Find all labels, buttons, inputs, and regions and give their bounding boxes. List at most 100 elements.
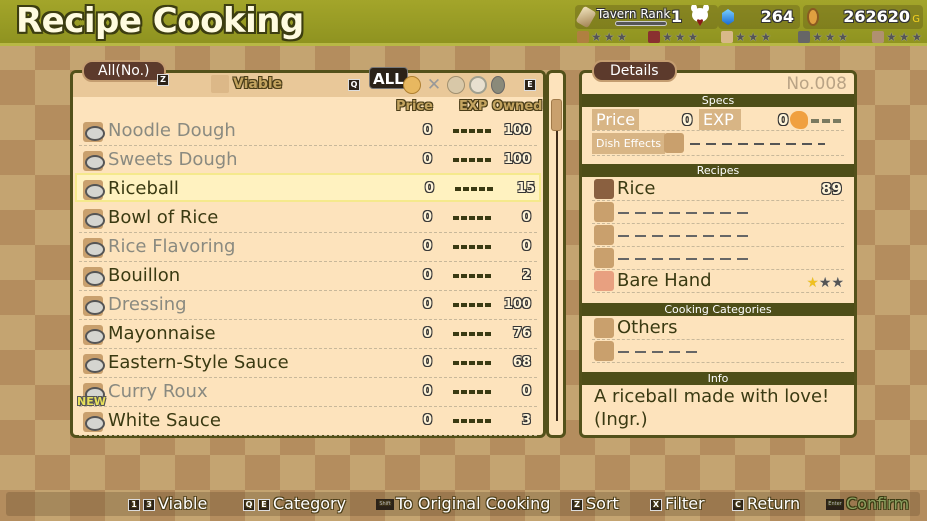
ingredient-quantity: 89 xyxy=(821,180,842,198)
star-icon: ★ xyxy=(911,30,923,44)
bottle-icon xyxy=(83,296,105,316)
hint-sort[interactable]: Z Sort xyxy=(571,494,619,513)
page-title: Recipe Cooking xyxy=(16,1,304,41)
recipe-row[interactable]: Rice Flavoring 0 0 xyxy=(79,233,537,262)
recipe-exp xyxy=(453,216,493,220)
riceball-icon xyxy=(83,180,105,200)
empty-slot-icon xyxy=(594,202,614,222)
recipe-price: 0 xyxy=(423,239,433,254)
gem-count: 264 xyxy=(760,7,794,26)
scroll-track[interactable] xyxy=(556,101,558,421)
recipe-owned: 68 xyxy=(512,355,531,370)
recipe-exp xyxy=(453,390,493,394)
column-header-owned[interactable]: Owned xyxy=(492,99,542,114)
dish-effect-icon xyxy=(664,133,684,153)
empty-slot-icon xyxy=(594,248,614,268)
sort-tab-all[interactable]: All(No.) xyxy=(82,60,166,82)
sort-key-z[interactable]: Z xyxy=(157,74,169,86)
key-e-icon: E xyxy=(258,498,270,511)
category-name: Others xyxy=(617,317,678,338)
filter-all-button[interactable]: ALL xyxy=(369,67,408,89)
pan-icon[interactable] xyxy=(491,76,505,94)
exp-gauge xyxy=(811,119,841,123)
recipe-exp xyxy=(453,361,493,365)
star-icon: ★ xyxy=(674,30,686,44)
hint-label: Confirm xyxy=(846,494,910,513)
empty-ingredient xyxy=(618,258,754,260)
bottle-icon xyxy=(83,325,105,345)
column-header-exp[interactable]: EXP xyxy=(459,99,487,114)
recipe-row[interactable]: Noodle Dough 0 100 xyxy=(79,117,537,146)
category-rank: ★ ★ ★ xyxy=(648,30,698,44)
recipe-owned: 76 xyxy=(512,326,531,341)
recipe-row[interactable]: Riceball 0 15 xyxy=(75,173,541,202)
recipe-row[interactable]: White Sauce 0 3 NEW xyxy=(77,395,537,436)
utensils-icon[interactable]: ✕ xyxy=(425,76,443,94)
cooking-category-row: Others xyxy=(592,317,844,340)
empty-ingredient xyxy=(618,235,754,237)
recipe-price: 0 xyxy=(423,326,433,341)
key-1-icon: 1 xyxy=(128,498,140,511)
key-shift-icon: Shift xyxy=(376,499,394,510)
category-rank: ★ ★ ★ xyxy=(798,30,848,44)
book-icon xyxy=(648,31,660,43)
column-header-price[interactable]: Price xyxy=(396,99,433,114)
hint-category[interactable]: Q E Category xyxy=(243,494,346,513)
recipe-row[interactable]: Eastern-Style Sauce 0 68 xyxy=(79,349,537,378)
details-panel: No.008 Specs Price 0 EXP 0 Dish Effects … xyxy=(579,70,857,438)
recipe-price: 0 xyxy=(423,123,433,138)
recipe-row[interactable]: Mayonnaise 0 76 xyxy=(79,320,537,349)
recipe-price: 0 xyxy=(425,181,435,196)
recipe-list-panel: Viable Q ALL ✕ E Price EXP Owned Noodle … xyxy=(70,67,546,438)
bowl-icon xyxy=(83,122,105,142)
scroll-thumb[interactable] xyxy=(551,99,562,131)
hint-return[interactable]: C Return xyxy=(732,494,800,513)
key-3-icon: 3 xyxy=(143,498,155,511)
hint-label: Return xyxy=(747,494,801,513)
viable-label: Viable xyxy=(233,76,283,92)
recipe-row[interactable]: Dressing 0 100 xyxy=(79,291,537,320)
key-c-icon: C xyxy=(732,498,744,511)
recipe-exp xyxy=(453,332,493,336)
sort-tab-label: All(No.) xyxy=(98,63,150,79)
recipe-list-scrollbar[interactable] xyxy=(546,70,566,438)
recipe-row[interactable]: Sweets Dough 0 100 xyxy=(79,146,537,175)
pot-icon xyxy=(798,31,810,43)
recipe-owned: 3 xyxy=(521,413,531,428)
prev-category-key[interactable]: Q xyxy=(348,79,360,91)
recipe-price: 0 xyxy=(423,268,433,283)
recipe-name: Mayonnaise xyxy=(108,323,216,344)
dish-icon[interactable] xyxy=(447,76,465,94)
recipe-number: No.008 xyxy=(786,74,847,94)
star-icon: ★ xyxy=(837,30,849,44)
tool-rating: ★★★ xyxy=(806,272,844,291)
star-icon: ★ xyxy=(662,30,673,44)
star-icon: ★ xyxy=(806,275,819,291)
recipe-row[interactable]: Bowl of Rice 0 0 xyxy=(79,204,537,233)
category-rank: ★ ★ ★ xyxy=(721,30,771,44)
gold-box: 262620 G xyxy=(803,5,923,29)
cooking-category-row xyxy=(592,340,844,363)
star-icon: ★ xyxy=(591,30,602,44)
recipe-row[interactable]: Bouillon 0 2 xyxy=(79,262,537,291)
recipe-price: 0 xyxy=(423,384,433,399)
hint-viable[interactable]: 1 3 Viable xyxy=(128,494,207,513)
viable-checkbox[interactable] xyxy=(211,75,229,93)
bottle-icon xyxy=(83,354,105,374)
recipe-owned: 0 xyxy=(521,239,531,254)
ingredient-name: Rice xyxy=(617,178,656,199)
dish-effects-empty xyxy=(690,143,825,145)
recipes-header: Recipes xyxy=(582,164,854,177)
price-label: Price xyxy=(592,109,640,130)
recipe-price: 0 xyxy=(423,152,433,167)
hint-to-original-cooking[interactable]: Shift To Original Cooking xyxy=(376,494,550,513)
hint-confirm[interactable]: Enter Confirm xyxy=(826,494,909,513)
star-icon: ★ xyxy=(812,30,823,44)
recipe-row[interactable]: Curry Roux 0 0 xyxy=(79,378,537,407)
category-rank: ★ ★ ★ xyxy=(872,30,922,44)
sauce-pot-icon xyxy=(83,412,105,432)
next-category-key[interactable]: E xyxy=(524,79,536,91)
coin-icon[interactable] xyxy=(403,76,421,94)
hint-filter[interactable]: X Filter xyxy=(650,494,705,513)
clock-icon[interactable] xyxy=(469,76,487,94)
